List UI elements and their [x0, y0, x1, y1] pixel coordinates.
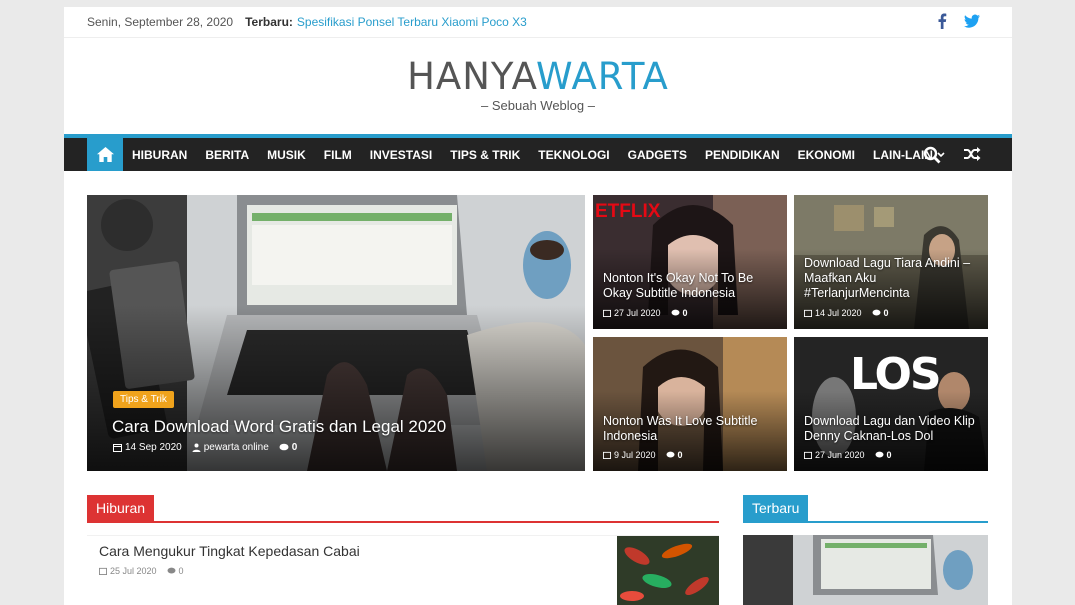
- home-button[interactable]: [87, 138, 123, 171]
- nav-item-musik[interactable]: MUSIK: [258, 148, 315, 162]
- top-bar: Senin, September 28, 2020 Terbaru: Spesi…: [64, 7, 1012, 38]
- current-date: Senin, September 28, 2020: [87, 15, 234, 29]
- comment-icon: [872, 309, 881, 316]
- twitter-icon[interactable]: [964, 13, 980, 29]
- search-icon[interactable]: [923, 146, 941, 164]
- nav-item-ekonomi[interactable]: EKONOMI: [789, 148, 864, 162]
- nav-item-tips-trik[interactable]: TIPS & TRIK: [441, 148, 529, 162]
- comment-icon: [671, 309, 680, 316]
- site-tagline: – Sebuah Weblog –: [481, 98, 595, 113]
- featured-small-title[interactable]: Download Lagu dan Video Klip Denny Cakna…: [804, 414, 988, 444]
- nav-item-berita[interactable]: BERITA: [196, 148, 258, 162]
- post-meta: 25 Jul 2020 0: [99, 566, 184, 576]
- breaking-news-label: Terbaru:: [245, 15, 293, 29]
- site-logo[interactable]: HANYAWARTA: [64, 55, 1012, 98]
- page: Senin, September 28, 2020 Terbaru: Spesi…: [64, 7, 1012, 605]
- nav-item-film[interactable]: FILM: [315, 148, 361, 162]
- hiburan-heading[interactable]: Hiburan: [87, 495, 155, 521]
- featured-main-meta: 14 Sep 2020 pewarta online 0: [113, 442, 297, 453]
- featured-small-card[interactable]: ETFLIX Nonton It's Okay Not To Be Okay S…: [593, 195, 787, 329]
- terbaru-thumbnail[interactable]: [743, 535, 988, 605]
- terbaru-section-header: Terbaru: [743, 495, 988, 523]
- nav-menu: HIBURAN BERITA MUSIK FILM INVESTASI TIPS…: [123, 138, 954, 171]
- hiburan-post[interactable]: Cara Mengukur Tingkat Kepedasan Cabai 25…: [87, 535, 719, 605]
- comment-icon: [167, 567, 176, 574]
- nav-item-hiburan[interactable]: HIBURAN: [123, 148, 196, 162]
- los-overlay-text: LOS: [850, 349, 942, 400]
- nav-item-gadgets[interactable]: GADGETS: [619, 148, 696, 162]
- featured-small-card[interactable]: LOS Download Lagu dan Video Klip Denny C…: [794, 337, 988, 471]
- featured-small-title[interactable]: Nonton It's Okay Not To Be Okay Subtitle…: [603, 271, 783, 301]
- comment-icon: [875, 451, 884, 458]
- main-navigation: HIBURAN BERITA MUSIK FILM INVESTASI TIPS…: [64, 134, 1012, 171]
- featured-small-card[interactable]: Nonton Was It Love Subtitle Indonesia 9 …: [593, 337, 787, 471]
- featured-small-card[interactable]: Download Lagu Tiara Andini – Maafkan Aku…: [794, 195, 988, 329]
- featured-small-title[interactable]: Nonton Was It Love Subtitle Indonesia: [603, 414, 783, 444]
- featured-small-title[interactable]: Download Lagu Tiara Andini – Maafkan Aku…: [804, 256, 984, 301]
- nav-tools: [923, 146, 981, 164]
- nav-item-pendidikan[interactable]: PENDIDIKAN: [696, 148, 789, 162]
- hiburan-section-header: Hiburan: [87, 495, 719, 523]
- featured-main-card[interactable]: Tips & Trik Cara Download Word Gratis da…: [87, 195, 585, 471]
- calendar-icon: [99, 567, 107, 575]
- random-post-icon[interactable]: [963, 146, 981, 162]
- comment-icon: [666, 451, 675, 458]
- calendar-icon: [804, 309, 812, 317]
- site-header: HANYAWARTA – Sebuah Weblog –: [64, 38, 1012, 134]
- social-links: [934, 13, 980, 29]
- chili-thumbnail[interactable]: [617, 536, 719, 605]
- user-icon: [192, 443, 201, 452]
- nav-item-teknologi[interactable]: TEKNOLOGI: [529, 148, 618, 162]
- post-title[interactable]: Cara Mengukur Tingkat Kepedasan Cabai: [99, 543, 360, 559]
- terbaru-heading[interactable]: Terbaru: [743, 495, 809, 521]
- nav-item-investasi[interactable]: INVESTASI: [361, 148, 441, 162]
- netflix-logo: ETFLIX: [595, 201, 661, 222]
- calendar-icon: [113, 444, 122, 452]
- calendar-icon: [603, 451, 611, 459]
- featured-main-title[interactable]: Cara Download Word Gratis dan Legal 2020: [112, 417, 446, 437]
- breaking-news-link[interactable]: Spesifikasi Ponsel Terbaru Xiaomi Poco X…: [297, 15, 527, 29]
- home-icon: [96, 147, 114, 162]
- category-badge[interactable]: Tips & Trik: [113, 391, 174, 408]
- facebook-icon[interactable]: [934, 13, 950, 29]
- calendar-icon: [603, 309, 611, 317]
- comment-icon: [279, 443, 289, 451]
- calendar-icon: [804, 451, 812, 459]
